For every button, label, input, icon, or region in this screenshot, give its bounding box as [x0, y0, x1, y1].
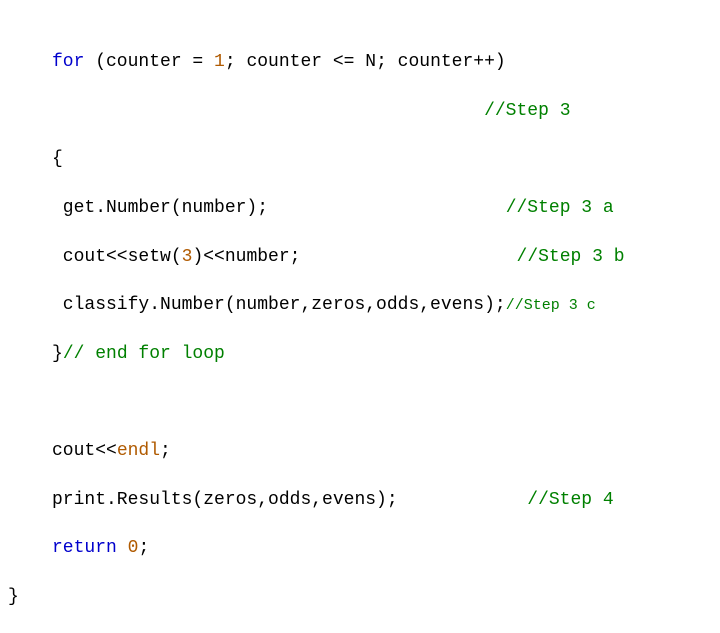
- code-line-8: cout<<endl;: [52, 439, 720, 463]
- comment-endfor: // end for loop: [63, 344, 225, 364]
- comment-step3c: //Step 3 c: [506, 297, 596, 314]
- comment-step3: //Step 3: [484, 101, 570, 121]
- code-text: classify.Number(number,zeros,odds,evens)…: [52, 295, 506, 315]
- code-line-1: for (counter = 1; counter <= N; counter+…: [52, 50, 720, 74]
- code-text: [117, 538, 128, 558]
- code-text: (counter =: [84, 52, 214, 72]
- literal-zero: 0: [128, 538, 139, 558]
- brace-open: {: [52, 149, 63, 169]
- code-line-4: get.Number(number); //Step 3 a: [52, 196, 720, 220]
- code-snippet: for (counter = 1; counter <= N; counter+…: [0, 0, 720, 633]
- code-text: cout<<setw(: [52, 247, 182, 267]
- code-line-7: }// end for loop: [52, 342, 720, 366]
- code-line-5: cout<<setw(3)<<number; //Step 3 b: [52, 245, 720, 269]
- blank-line: [52, 390, 720, 414]
- literal-three: 3: [182, 247, 193, 267]
- literal-one: 1: [214, 52, 225, 72]
- code-line-2: //Step 3: [52, 99, 720, 123]
- code-text: print.Results(zeros,odds,evens);: [52, 490, 398, 510]
- code-line-11: }: [8, 585, 720, 609]
- comment-step3a: //Step 3 a: [506, 198, 614, 218]
- code-line-3: {: [52, 147, 720, 171]
- code-line-6: classify.Number(number,zeros,odds,evens)…: [52, 293, 720, 317]
- code-text: )<<number;: [192, 247, 300, 267]
- code-line-9: print.Results(zeros,odds,evens); //Step …: [52, 488, 720, 512]
- brace-close: }: [52, 344, 63, 364]
- code-text: ;: [160, 441, 171, 461]
- brace-close-outer: }: [8, 587, 19, 607]
- code-text: cout<<: [52, 441, 117, 461]
- code-text: ; counter <= N; counter++): [225, 52, 506, 72]
- code-text: ;: [138, 538, 149, 558]
- keyword-for: for: [52, 52, 84, 72]
- literal-endl: endl: [117, 441, 160, 461]
- keyword-return: return: [52, 538, 117, 558]
- code-text: get.Number(number);: [52, 198, 268, 218]
- comment-step4: //Step 4: [527, 490, 613, 510]
- comment-step3b: //Step 3 b: [517, 247, 625, 267]
